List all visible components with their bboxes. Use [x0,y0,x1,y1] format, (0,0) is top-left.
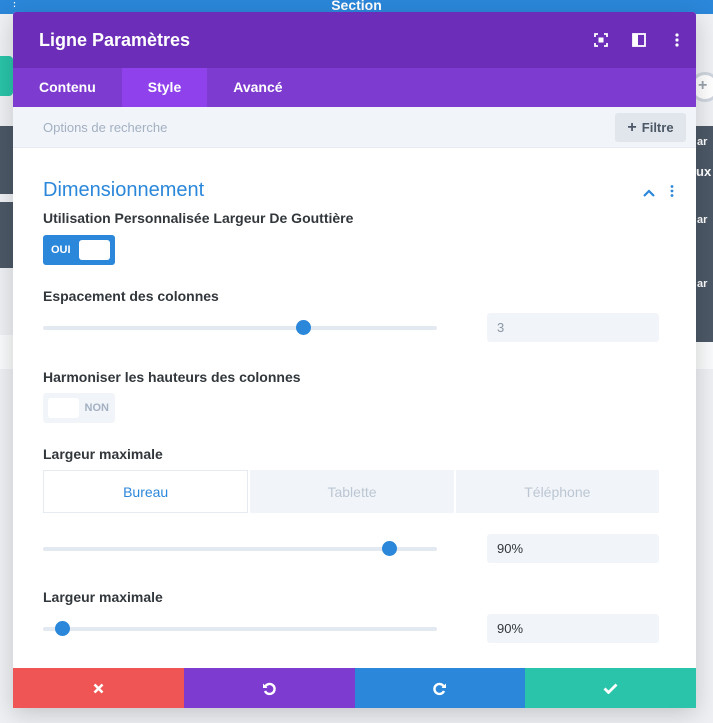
tab-desktop[interactable]: Bureau [43,470,249,513]
max-width-input-2[interactable] [487,614,659,643]
modal-title: Ligne Paramètres [39,29,191,50]
device-tabs: Bureau Tablette Téléphone [43,470,659,513]
settings-tabs: Contenu Style Avancé [13,68,696,107]
background-edge-label: ux [696,164,712,179]
modal-footer [13,668,696,708]
max-width-slider-2[interactable] [43,621,437,636]
plus-icon: + [627,118,637,136]
split-view-icon[interactable] [620,12,658,68]
tab-style[interactable]: Style [121,68,208,107]
custom-gutter-toggle[interactable]: OUI [43,235,115,265]
more-options-icon[interactable] [658,12,696,68]
close-icon [93,683,104,693]
save-button[interactable] [525,668,696,708]
background-teal-tab [0,56,13,96]
column-spacing-slider[interactable] [43,320,437,335]
search-input[interactable]: Options de recherche [43,120,167,135]
slider-handle[interactable] [295,320,311,335]
max-width-label-2: Largeur maximale [43,589,163,605]
background-dark-panel: ar ux ar ar [696,126,713,342]
tab-contenu[interactable]: Contenu [13,68,122,107]
equalize-heights-toggle[interactable]: NON [43,393,115,423]
equalize-heights-label: Harmoniser les hauteurs des colonnes [43,369,301,385]
background-dark-block [0,126,13,194]
tab-tablet[interactable]: Tablette [250,470,454,513]
toggle-on-label: OUI [51,244,71,256]
max-width-slider[interactable] [43,541,437,556]
section-title[interactable]: Dimensionnement [43,179,204,202]
custom-gutter-label: Utilisation Personnalisée Largeur De Gou… [43,210,354,226]
cancel-button[interactable] [13,668,184,708]
redo-icon [433,682,447,695]
tab-avance[interactable]: Avancé [207,68,308,107]
tab-phone[interactable]: Téléphone [455,470,659,513]
modal-header: Ligne Paramètres [13,12,696,68]
chevron-up-icon[interactable] [643,184,655,202]
background-edge-label: ar [697,278,708,290]
undo-button[interactable] [183,668,355,708]
background-dark-block [0,202,13,268]
background-edge-label: ar [697,136,708,148]
fullscreen-icon[interactable] [582,12,620,68]
max-width-input[interactable] [487,534,659,563]
filter-button[interactable]: + Filtre [615,113,686,142]
max-width-label: Largeur maximale [43,446,163,462]
check-icon [603,683,618,694]
search-bar: Options de recherche + Filtre [13,107,696,148]
redo-button[interactable] [354,668,526,708]
background-edge-label: ar [697,214,708,226]
toggle-knob [79,240,110,260]
column-spacing-label: Espacement des colonnes [43,288,219,304]
undo-icon [262,682,276,695]
section-menu-icon[interactable] [670,184,674,202]
column-spacing-input[interactable] [487,313,659,342]
toggle-off-label: NON [84,402,109,414]
filter-button-label: Filtre [641,120,674,135]
toggle-knob [48,398,79,418]
